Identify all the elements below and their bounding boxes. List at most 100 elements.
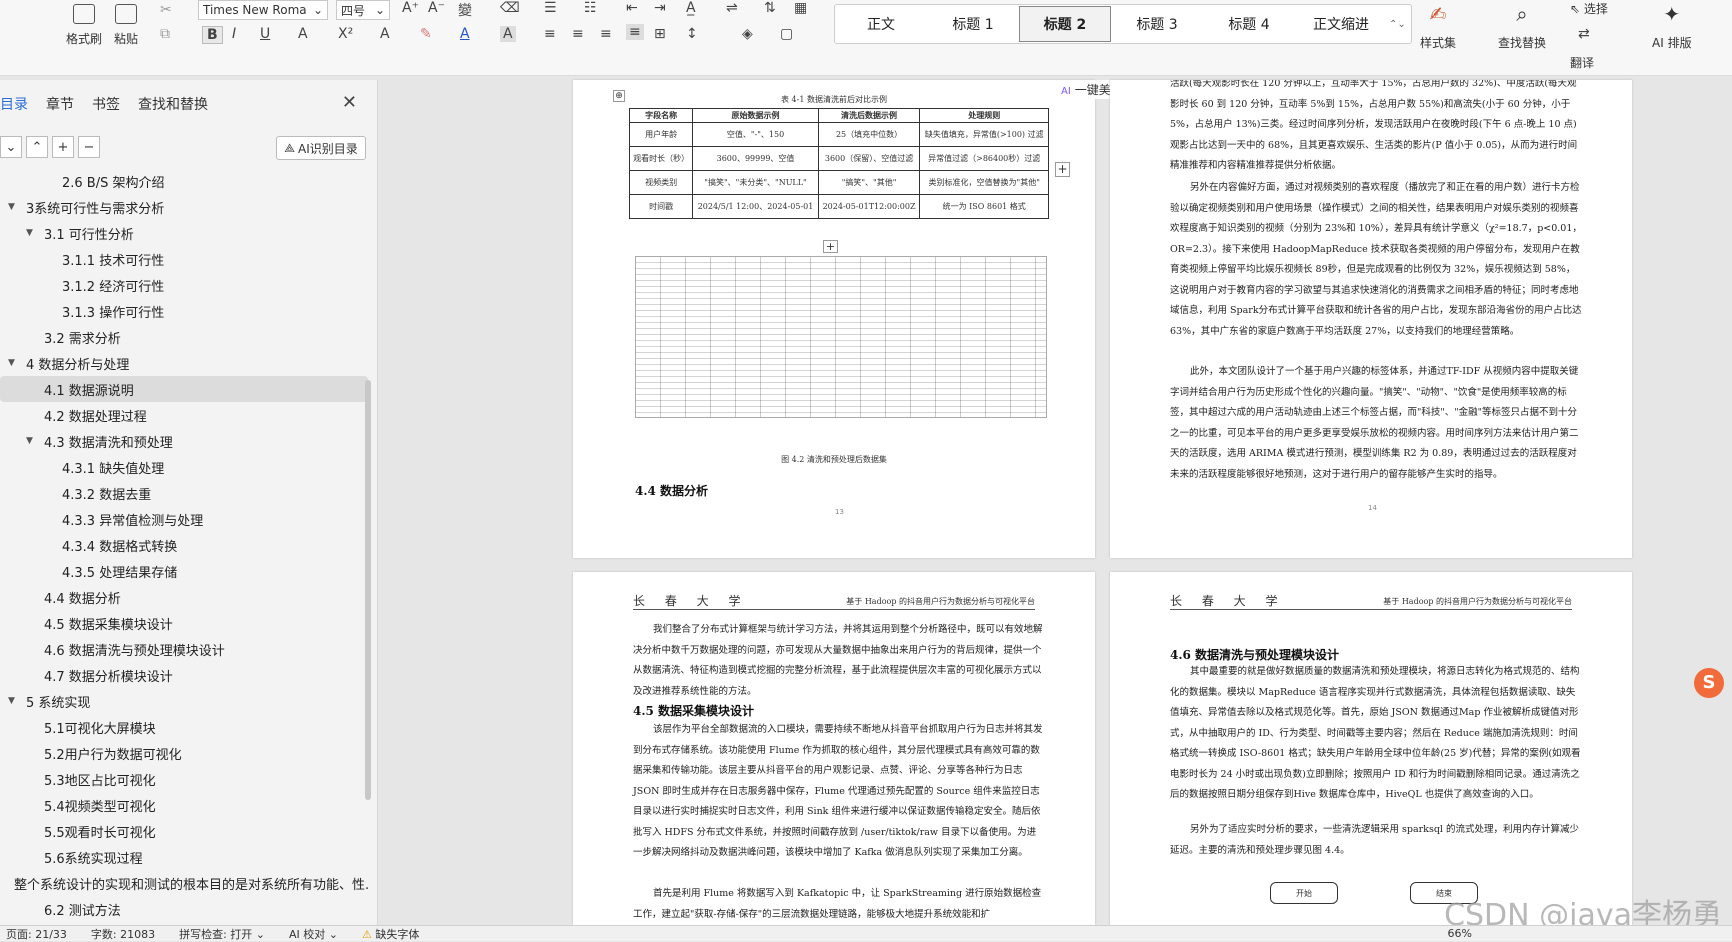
zoom-level[interactable]: 66% xyxy=(1448,927,1472,940)
minus-icon[interactable]: − xyxy=(78,136,100,158)
strikethrough-icon[interactable]: A xyxy=(298,26,308,42)
clear-format-icon[interactable]: ⌫ xyxy=(500,0,520,16)
toc-item[interactable]: 3.1.2 经济可行性 xyxy=(0,272,368,298)
text-direction-icon[interactable]: A̲ xyxy=(686,0,696,16)
collapse-triangle-icon[interactable]: ▼ xyxy=(8,202,20,212)
toc-item[interactable]: 3.1.1 技术可行性 xyxy=(0,246,368,272)
chevron-down-icon[interactable]: ⌄ xyxy=(0,136,22,158)
word-count[interactable]: 字数: 21083 xyxy=(91,926,155,942)
toc-item[interactable]: 5.6系统实现过程 xyxy=(0,844,368,870)
text-effect-icon[interactable]: A xyxy=(380,26,390,42)
show-marks-icon[interactable]: ▦ xyxy=(794,0,807,16)
chevron-up-icon[interactable]: ⌃ xyxy=(26,136,48,158)
toc-item[interactable]: 4.3.2 数据去重 xyxy=(0,480,368,506)
paste-button[interactable]: 粘贴 xyxy=(114,4,138,47)
tab-toc[interactable]: 目录 xyxy=(0,94,28,114)
toc-item[interactable]: 4.7 数据分析模块设计 xyxy=(0,662,368,688)
font-color-icon[interactable]: A xyxy=(460,26,470,42)
tab-find-replace[interactable]: 查找和替换 xyxy=(138,94,208,114)
style-normal[interactable]: 正文 xyxy=(835,6,927,42)
toc-item[interactable]: 4.4 数据分析 xyxy=(0,584,368,610)
highlight-icon[interactable]: ✎ xyxy=(420,26,432,42)
cut-icon[interactable]: ✂ xyxy=(160,2,172,18)
shading-icon[interactable]: ◈ xyxy=(742,26,753,42)
toc-item[interactable]: 2.6 B/S 架构介绍 xyxy=(0,168,368,194)
tab-bookmarks[interactable]: 书签 xyxy=(92,94,120,114)
font-size-select[interactable]: 四号 ⌄ xyxy=(336,0,390,20)
toc-item[interactable]: ▼ 4.3 数据清洗和预处理 xyxy=(0,428,368,454)
align-left-icon[interactable]: ≡ xyxy=(544,26,556,42)
line-spacing-icon[interactable]: ↕ xyxy=(686,26,698,42)
font-name-select[interactable]: Times New Roma ⌄ xyxy=(198,0,328,20)
toc-item[interactable]: 5.2用户行为数据可视化 xyxy=(0,740,368,766)
toc-item[interactable]: 4.2 数据处理过程 xyxy=(0,402,368,428)
shrink-font-icon[interactable]: A⁻ xyxy=(428,0,445,16)
toc-item[interactable]: 5.4视频类型可视化 xyxy=(0,792,368,818)
style-heading-3[interactable]: 标题 3 xyxy=(1111,6,1203,42)
bold-icon[interactable]: B xyxy=(202,26,223,44)
ai-proofread[interactable]: AI 校对 ⌄ xyxy=(289,926,338,942)
convert-icon[interactable]: ⇄ xyxy=(1578,26,1590,42)
char-shading-icon[interactable]: A xyxy=(500,26,516,42)
toc-item[interactable]: 4.6 数据清洗与预处理模块设计 xyxy=(0,636,368,662)
collapse-triangle-icon[interactable]: ▼ xyxy=(8,358,20,368)
superscript-icon[interactable]: X² xyxy=(338,26,353,42)
ai-toc-button[interactable]: ⟁ AI识别目录 xyxy=(276,136,366,160)
style-set-button[interactable]: ✍ 样式集 xyxy=(1420,2,1456,51)
sogou-ime-icon[interactable]: S xyxy=(1694,668,1724,698)
plus-icon[interactable]: + xyxy=(52,136,74,158)
spell-check-toggle[interactable]: 拼写检查: 打开 ⌄ xyxy=(179,926,265,942)
toc-item[interactable]: 6.2 测试方法 xyxy=(0,896,368,922)
tab-sections[interactable]: 章节 xyxy=(46,94,74,114)
border-icon[interactable]: ▢ xyxy=(780,26,793,42)
toc-item[interactable]: ▼ 4 数据分析与处理 xyxy=(0,350,368,376)
toc-item[interactable]: ▼ 3.1 可行性分析 xyxy=(0,220,368,246)
missing-font-warning[interactable]: ⚠ 缺失字体 xyxy=(362,926,419,942)
ai-layout-button[interactable]: ✦ AI 排版 xyxy=(1652,2,1692,51)
underline-icon[interactable]: U xyxy=(260,26,270,42)
page-indicator[interactable]: 页面: 21/33 xyxy=(6,926,67,942)
sort-icon[interactable]: ⇅ xyxy=(764,0,776,16)
italic-icon[interactable]: I xyxy=(232,26,236,42)
decrease-indent-icon[interactable]: ⇤ xyxy=(626,0,638,16)
style-heading-2[interactable]: 标题 2 xyxy=(1019,6,1111,42)
toc-item[interactable]: 5.5观看时长可视化 xyxy=(0,818,368,844)
toc-item[interactable]: 4.5 数据采集模块设计 xyxy=(0,610,368,636)
find-replace-button[interactable]: ⌕ 查找替换 xyxy=(1498,2,1546,51)
nav-scrollbar[interactable] xyxy=(365,380,371,800)
increase-indent-icon[interactable]: ⇥ xyxy=(654,0,666,16)
toc-item[interactable]: ▼ 3系统可行性与需求分析 xyxy=(0,194,368,220)
add-row-icon[interactable]: + xyxy=(823,240,838,253)
collapse-triangle-icon[interactable]: ▼ xyxy=(26,228,38,238)
toc-item[interactable]: 4.3.4 数据格式转换 xyxy=(0,532,368,558)
distribute-icon[interactable]: ⊞ xyxy=(654,26,666,42)
toc-item[interactable]: 4.3.1 缺失值处理 xyxy=(0,454,368,480)
toc-item[interactable]: 5.3地区占比可视化 xyxy=(0,766,368,792)
toc-item[interactable]: 3.2 需求分析 xyxy=(0,324,368,350)
copy-icon[interactable]: ⧉ xyxy=(160,26,170,42)
gallery-scroll-icon[interactable]: ⌃⌄ xyxy=(1389,19,1406,30)
style-body-indent[interactable]: 正文缩进 xyxy=(1295,6,1387,42)
grow-font-icon[interactable]: A⁺ xyxy=(402,0,419,16)
add-column-icon[interactable]: + xyxy=(1055,162,1070,177)
toc-item[interactable]: 4.3.5 处理结果存储 xyxy=(0,558,368,584)
toc-item[interactable]: 4.3.3 异常值检测与处理 xyxy=(0,506,368,532)
select-button[interactable]: ⇖ 选择 xyxy=(1570,0,1608,17)
collapse-triangle-icon[interactable]: ▼ xyxy=(8,696,20,706)
justify-icon[interactable]: ≡ xyxy=(626,24,644,40)
collapse-triangle-icon[interactable]: ▼ xyxy=(26,436,38,446)
toc-item[interactable]: ▼ 5 系统实现 xyxy=(0,688,368,714)
chinese-layout-icon[interactable]: ⇌ xyxy=(726,0,738,16)
numbering-icon[interactable]: ☷ xyxy=(584,0,597,16)
bullets-icon[interactable]: ☰ xyxy=(544,0,557,16)
translate-button[interactable]: 翻译 xyxy=(1570,54,1594,71)
style-heading-1[interactable]: 标题 1 xyxy=(927,6,1019,42)
phonetic-icon[interactable]: 變 xyxy=(458,0,472,20)
align-center-icon[interactable]: ≡ xyxy=(572,26,584,42)
style-heading-4[interactable]: 标题 4 xyxy=(1203,6,1295,42)
align-right-icon[interactable]: ≡ xyxy=(600,26,612,42)
toc-item[interactable]: 4.1 数据源说明 xyxy=(0,376,368,402)
close-icon[interactable]: ✕ xyxy=(342,92,357,113)
format-painter-button[interactable]: 格式刷 xyxy=(66,4,102,47)
toc-item[interactable]: 5.1可视化大屏模块 xyxy=(0,714,368,740)
